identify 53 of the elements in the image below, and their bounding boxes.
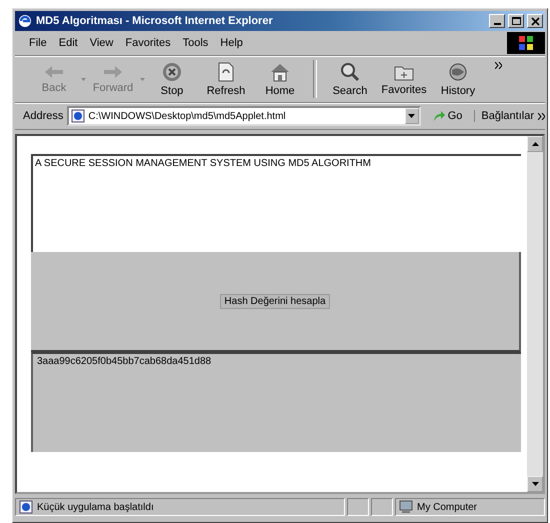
hash-output: 3aaa99c6205f0b45bb7cab68da451d88: [31, 352, 521, 452]
scroll-down-button[interactable]: [527, 476, 543, 492]
zone-label: My Computer: [417, 502, 478, 512]
links-label[interactable]: Bağlantılar: [474, 110, 534, 122]
refresh-button[interactable]: Refresh: [199, 58, 253, 100]
heading-text: A SECURE SESSION MANAGEMENT SYSTEM USING MD5 ALGORITHM: [31, 154, 521, 252]
menu-item[interactable]: Tools: [176, 35, 214, 51]
windows-flag-icon: [519, 36, 533, 50]
caret-icon: [408, 114, 416, 118]
close-icon: [530, 16, 540, 26]
go-button[interactable]: Go: [424, 110, 470, 122]
hash-button[interactable]: Hash Değerini hesapla: [220, 294, 330, 308]
status-message: Küçük uygulama başlatıldı: [37, 502, 154, 512]
status-panel: [347, 498, 369, 516]
home-button[interactable]: Home: [253, 58, 307, 100]
menu-item[interactable]: Favorites: [119, 35, 177, 51]
dropdown-arrow-icon: [140, 78, 145, 80]
maximize-button[interactable]: [508, 14, 524, 28]
browser-icon: [17, 13, 33, 29]
menu-item[interactable]: View: [84, 35, 120, 51]
window-title: MD5 Algoritması - Microsoft Internet Explorer: [36, 15, 274, 27]
dropdown-button[interactable]: [404, 108, 419, 124]
dropdown-arrow-icon: [81, 78, 86, 80]
favorites-button[interactable]: Favorites: [377, 58, 431, 100]
scrollbar[interactable]: [527, 136, 543, 492]
search-button[interactable]: Search: [323, 58, 377, 100]
status-panel: [371, 498, 393, 516]
menu-item[interactable]: Edit: [52, 35, 84, 51]
house-icon: [270, 62, 290, 82]
history-button[interactable]: History: [431, 58, 485, 100]
globe-icon: [448, 62, 468, 82]
address-label: Address: [23, 110, 64, 122]
minimize-button[interactable]: [489, 14, 505, 28]
go-arrow-icon: [432, 110, 445, 122]
triangle-icon: [532, 142, 538, 146]
address-field[interactable]: C:\WINDOWS\Desktop\md5\md5Applet.html: [67, 106, 421, 126]
right-arrow-icon: [103, 64, 123, 78]
page-icon: [217, 62, 235, 82]
chevron-icon: [538, 112, 545, 120]
maximize-icon: [512, 16, 520, 26]
chevron-icon: [495, 62, 502, 69]
stop-button[interactable]: Stop: [145, 58, 199, 100]
stop-icon: [162, 62, 182, 82]
minimize-icon: [494, 22, 500, 24]
page-globe-icon: [71, 109, 86, 123]
magnifier-icon: [340, 62, 360, 82]
left-arrow-icon: [44, 64, 64, 78]
menu-item[interactable]: Help: [214, 35, 249, 51]
triangle-icon: [532, 482, 538, 486]
page-icon: [19, 500, 33, 514]
scroll-up-button[interactable]: [527, 136, 543, 152]
close-button[interactable]: [527, 14, 543, 28]
menu-item[interactable]: File: [23, 35, 53, 51]
